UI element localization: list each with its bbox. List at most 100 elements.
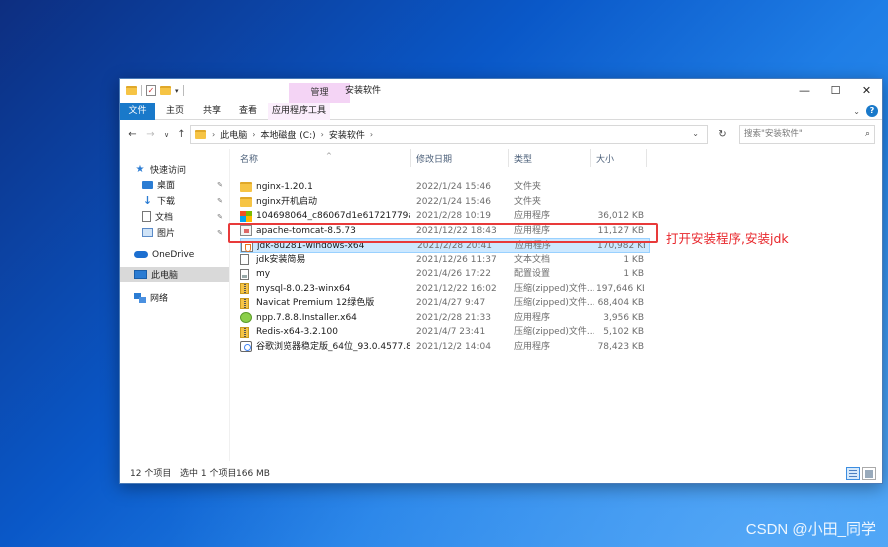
tab-file[interactable]: 文件 bbox=[120, 103, 155, 120]
file-name: 104698064_c86067d1e61721779a234... bbox=[256, 211, 410, 221]
file-type: 配置设置 bbox=[514, 269, 551, 279]
sidebar-item-label: 此电脑 bbox=[151, 271, 179, 281]
breadcrumb-local-disk[interactable]: 本地磁盘 (C:) bbox=[260, 128, 315, 141]
column-header-type[interactable]: 类型 bbox=[514, 153, 532, 167]
back-button[interactable]: ← bbox=[126, 127, 139, 143]
folder-icon bbox=[240, 196, 252, 207]
file-row[interactable]: nginx-1.20.1 2022/1/24 15:46 文件夹 bbox=[240, 180, 650, 195]
status-selected-size: 166 MB bbox=[236, 469, 270, 479]
file-row[interactable]: jdk安装简易 2021/12/26 11:37 文本文档 1 KB bbox=[240, 253, 650, 268]
file-type: 压缩(zipped)文件... bbox=[514, 327, 594, 337]
chevron-right-icon[interactable]: › bbox=[321, 130, 324, 139]
column-divider[interactable] bbox=[590, 149, 591, 167]
file-row[interactable]: 104698064_c86067d1e61721779a234... 2021/… bbox=[240, 209, 650, 224]
context-tab-manage[interactable]: 管理 bbox=[289, 83, 350, 103]
status-selected-count: 选中 1 个项目 bbox=[180, 469, 237, 479]
sidebar-item-label: 网络 bbox=[150, 294, 169, 304]
title-bar: ✓ ▾ 管理 安装软件 — ☐ ✕ bbox=[120, 79, 882, 103]
window-title: 安装软件 bbox=[345, 86, 382, 96]
config-file-icon bbox=[240, 268, 249, 280]
sort-ascending-icon: ^ bbox=[326, 152, 332, 160]
column-divider[interactable] bbox=[508, 149, 509, 167]
pin-icon[interactable]: ✎ bbox=[217, 181, 223, 189]
download-icon: ↓ bbox=[142, 194, 153, 207]
file-date: 2022/1/24 15:46 bbox=[416, 196, 491, 207]
file-row[interactable]: Navicat Premium 12绿色版 2021/4/27 9:47 压缩(… bbox=[240, 296, 650, 311]
tab-view[interactable]: 查看 bbox=[233, 103, 263, 120]
sidebar-item-pictures[interactable]: 图片 ✎ bbox=[120, 225, 229, 240]
customize-dropdown-icon[interactable]: ▾ bbox=[175, 87, 179, 95]
notepad-plus-plus-icon bbox=[240, 312, 252, 323]
file-date: 2021/2/28 10:19 bbox=[416, 211, 491, 221]
recent-locations-button[interactable]: ∨ bbox=[160, 127, 173, 143]
file-row[interactable]: nginx开机启动 2022/1/24 15:46 文件夹 bbox=[240, 195, 650, 210]
file-row[interactable]: Redis-x64-3.2.100 2021/4/7 23:41 压缩(zipp… bbox=[240, 325, 650, 340]
chevron-right-icon[interactable]: › bbox=[212, 130, 215, 139]
file-name: Navicat Premium 12绿色版 bbox=[256, 298, 375, 308]
expand-ribbon-icon[interactable]: ⌄ bbox=[853, 107, 860, 116]
close-button[interactable]: ✕ bbox=[851, 79, 882, 103]
file-type: 文件夹 bbox=[514, 196, 542, 207]
column-header-date[interactable]: 修改日期 bbox=[416, 153, 452, 167]
column-divider[interactable] bbox=[410, 149, 411, 167]
tab-application-tools[interactable]: 应用程序工具 bbox=[268, 103, 330, 120]
file-date: 2021/4/26 17:22 bbox=[416, 269, 491, 279]
minimize-button[interactable]: — bbox=[789, 79, 820, 103]
details-view-icon bbox=[849, 470, 857, 477]
breadcrumb-this-pc[interactable]: 此电脑 bbox=[220, 128, 247, 141]
file-date: 2021/12/2 14:04 bbox=[416, 341, 491, 352]
chevron-down-icon[interactable]: ⌄ bbox=[692, 129, 699, 138]
column-header-name[interactable]: 名称 ^ bbox=[240, 152, 332, 167]
pin-icon[interactable]: ✎ bbox=[217, 213, 223, 221]
watermark: CSDN @小田_同学 bbox=[745, 521, 876, 538]
sidebar-item-onedrive[interactable]: OneDrive bbox=[120, 247, 229, 262]
pin-icon[interactable]: ✎ bbox=[217, 229, 223, 237]
file-name: jdk安装简易 bbox=[256, 254, 306, 265]
file-size: 68,404 KB bbox=[597, 298, 644, 308]
new-folder-icon[interactable] bbox=[160, 86, 171, 95]
file-type: 文件夹 bbox=[514, 182, 542, 192]
file-name: 谷歌浏览器稳定版_64位_93.0.4577.82 bbox=[256, 341, 410, 352]
address-bar[interactable]: › 此电脑 › 本地磁盘 (C:) › 安装软件 › ⌄ bbox=[190, 125, 708, 144]
file-list: 名称 ^ 修改日期 类型 大小 nginx-1.20.1 2022/1/24 1… bbox=[234, 149, 880, 461]
tab-home[interactable]: 主页 bbox=[160, 103, 190, 120]
details-view-button[interactable] bbox=[846, 467, 860, 480]
chevron-right-icon[interactable]: › bbox=[252, 130, 255, 139]
pin-icon[interactable]: ✎ bbox=[217, 197, 223, 205]
sidebar-item-quick-access[interactable]: ★ 快速访问 bbox=[120, 162, 229, 177]
view-toggle bbox=[846, 467, 876, 480]
file-row[interactable]: mysql-8.0.23-winx64 2021/12/22 16:02 压缩(… bbox=[240, 282, 650, 297]
large-icons-view-icon bbox=[865, 470, 873, 478]
refresh-button[interactable]: ↻ bbox=[714, 126, 731, 143]
breadcrumb-install-software[interactable]: 安装软件 bbox=[329, 128, 365, 141]
sidebar-item-this-pc[interactable]: 此电脑 bbox=[120, 267, 229, 282]
sidebar-item-documents[interactable]: 文档 ✎ bbox=[120, 209, 229, 224]
up-button[interactable]: ↑ bbox=[175, 127, 188, 143]
search-input[interactable]: 搜索"安装软件" ⌕ bbox=[739, 125, 875, 144]
file-row[interactable]: my 2021/4/26 17:22 配置设置 1 KB bbox=[240, 267, 650, 282]
sidebar-item-downloads[interactable]: ↓ 下载 ✎ bbox=[120, 193, 229, 208]
maximize-button[interactable]: ☐ bbox=[820, 79, 851, 103]
column-divider[interactable] bbox=[646, 149, 647, 167]
address-row: ← → ∨ ↑ › 此电脑 › 本地磁盘 (C:) › 安装软件 › ⌄ ↻ 搜… bbox=[120, 123, 882, 147]
tab-share[interactable]: 共享 bbox=[197, 103, 227, 120]
properties-icon[interactable]: ✓ bbox=[146, 85, 156, 96]
file-date: 2021/12/26 11:37 bbox=[416, 254, 497, 265]
file-date: 2022/1/24 15:46 bbox=[416, 182, 491, 192]
sidebar-item-desktop[interactable]: 桌面 ✎ bbox=[120, 177, 229, 192]
sidebar-item-network[interactable]: 网络 bbox=[120, 290, 229, 305]
file-row[interactable]: npp.7.8.8.Installer.x64 2021/2/28 21:33 … bbox=[240, 311, 650, 326]
search-icon[interactable]: ⌕ bbox=[865, 126, 870, 143]
help-icon[interactable]: ? bbox=[866, 105, 878, 117]
forward-button[interactable]: → bbox=[144, 127, 157, 143]
column-header-size[interactable]: 大小 bbox=[596, 153, 614, 167]
folder-icon bbox=[240, 182, 252, 192]
folder-icon bbox=[126, 86, 137, 95]
file-explorer-window: ✓ ▾ 管理 安装软件 — ☐ ✕ 文件 主页 共享 查看 应用程序工具 ⌄ ?… bbox=[119, 78, 883, 484]
ribbon-right-controls: ⌄ ? bbox=[853, 105, 878, 117]
file-size: 36,012 KB bbox=[597, 211, 644, 221]
file-row[interactable]: 谷歌浏览器稳定版_64位_93.0.4577.82 2021/12/2 14:0… bbox=[240, 340, 650, 355]
chevron-right-icon[interactable]: › bbox=[370, 130, 373, 139]
large-icons-view-button[interactable] bbox=[862, 467, 876, 480]
chrome-installer-icon bbox=[240, 341, 252, 352]
